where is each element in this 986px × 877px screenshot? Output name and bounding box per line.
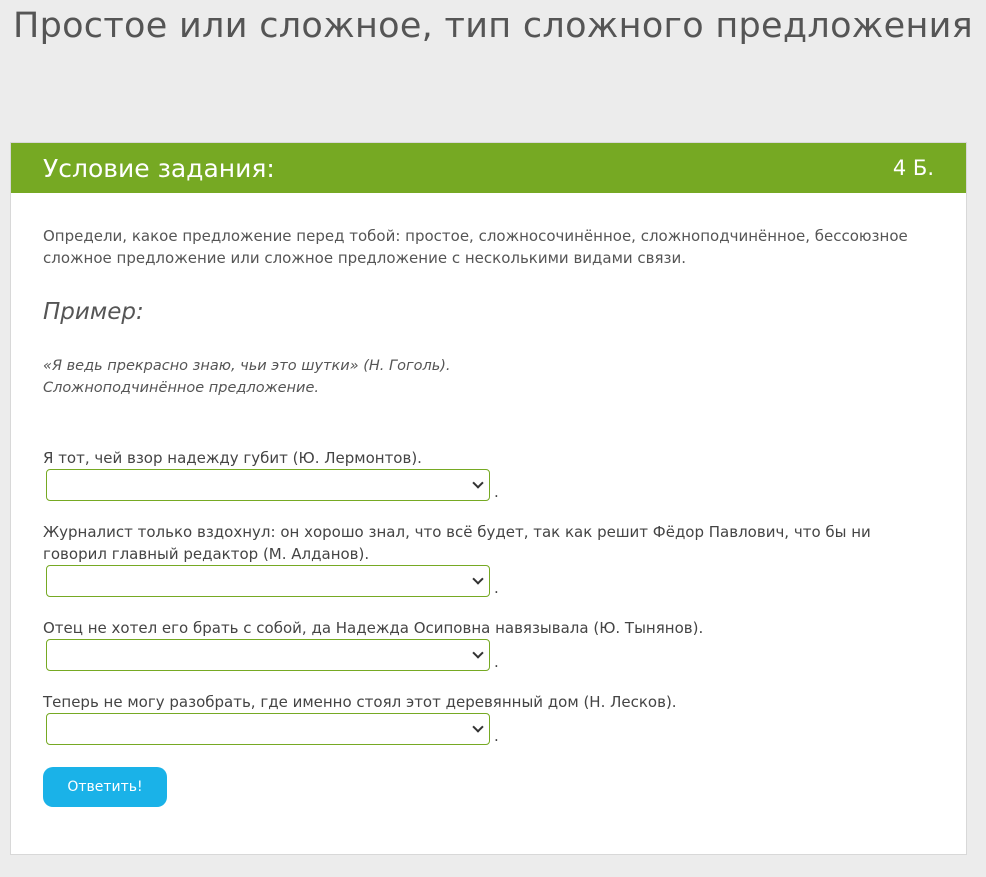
submit-button[interactable]: Ответить! xyxy=(43,767,167,807)
example-text: «Я ведь прекрасно знаю, чьи это шутки» (… xyxy=(43,355,934,399)
task-question: Отец не хотел его брать с собой, да Наде… xyxy=(43,619,704,637)
sentence-period: . xyxy=(494,727,499,745)
task-question: Я тот, чей взор надежду губит (Ю. Лермон… xyxy=(43,449,422,467)
sentence-period: . xyxy=(494,483,499,501)
sentence-period: . xyxy=(494,579,499,597)
chevron-down-icon xyxy=(472,721,484,733)
page-title: Простое или сложное, тип сложного предло… xyxy=(12,6,974,46)
task-instructions: Определи, какое предложение перед тобой:… xyxy=(43,227,908,267)
answer-select-1[interactable] xyxy=(46,469,490,501)
example-heading: Пример: xyxy=(43,299,144,325)
task-item: Журналист только вздохнул: он хорошо зна… xyxy=(43,521,934,597)
card-header-title: Условие задания: xyxy=(43,153,275,183)
sentence-period: . xyxy=(494,653,499,671)
chevron-down-icon xyxy=(472,477,484,489)
answer-select-3[interactable] xyxy=(46,639,490,671)
task-list: Я тот, чей взор надежду губит (Ю. Лермон… xyxy=(43,447,934,745)
card-body: Определи, какое предложение перед тобой:… xyxy=(11,193,966,807)
chevron-down-icon xyxy=(472,573,484,585)
chevron-down-icon xyxy=(472,647,484,659)
answer-row: . xyxy=(46,713,934,745)
answer-row: . xyxy=(46,639,934,671)
example-sentence: «Я ведь прекрасно знаю, чьи это шутки» (… xyxy=(43,358,451,374)
answer-select-4[interactable] xyxy=(46,713,490,745)
task-question: Журналист только вздохнул: он хорошо зна… xyxy=(43,523,871,563)
task-item: Теперь не могу разобрать, где именно сто… xyxy=(43,691,934,745)
answer-row: . xyxy=(46,565,934,597)
task-card: Условие задания: 4 Б. Определи, какое пр… xyxy=(10,142,967,855)
task-item: Я тот, чей взор надежду губит (Ю. Лермон… xyxy=(43,447,934,501)
task-question: Теперь не могу разобрать, где именно сто… xyxy=(43,693,677,711)
example-answer: Сложноподчинённое предложение. xyxy=(43,380,319,396)
answer-row: . xyxy=(46,469,934,501)
answer-select-2[interactable] xyxy=(46,565,490,597)
card-header: Условие задания: 4 Б. xyxy=(11,143,966,193)
points-badge: 4 Б. xyxy=(892,156,934,180)
task-item: Отец не хотел его брать с собой, да Наде… xyxy=(43,617,934,671)
